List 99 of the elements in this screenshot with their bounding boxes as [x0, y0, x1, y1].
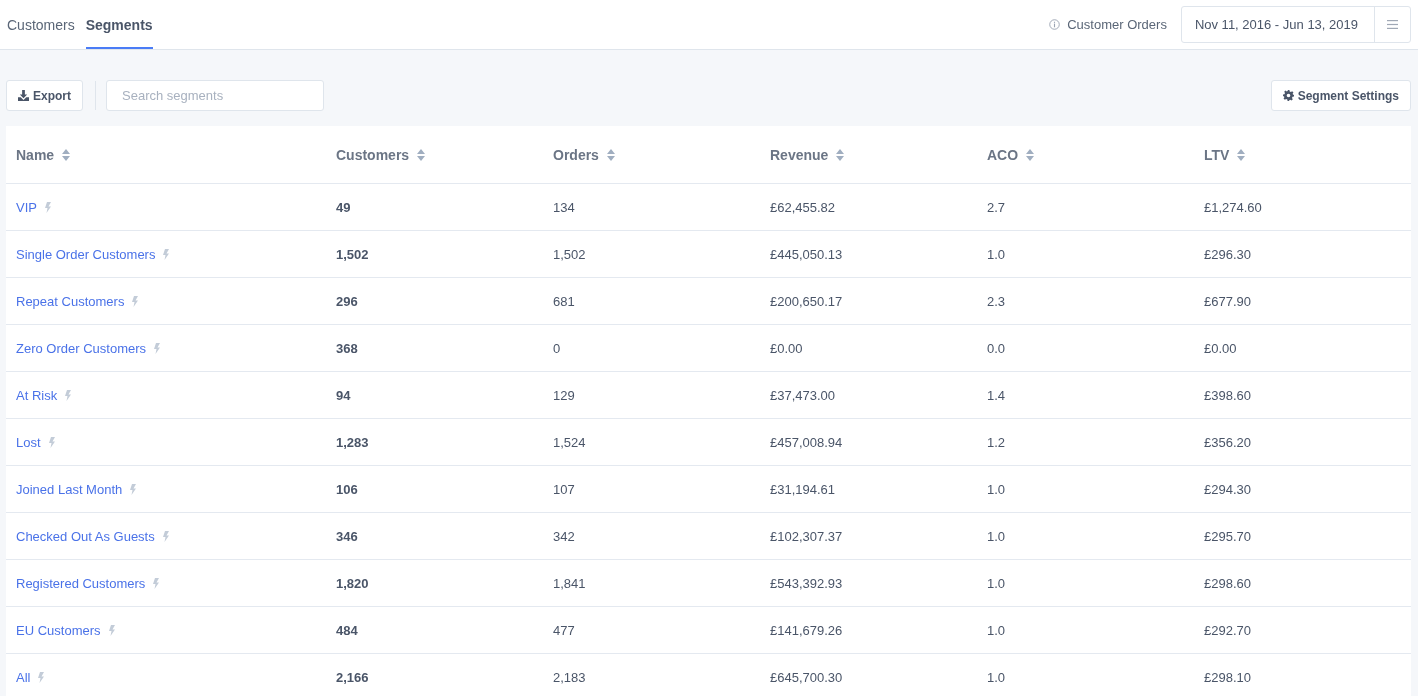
table-cell: 1.0 [987, 622, 1006, 638]
segment-link[interactable]: Lost [16, 434, 41, 450]
sort-icon [62, 148, 71, 161]
table-cell: 1,820 [336, 575, 369, 591]
export-button[interactable]: Export [6, 80, 83, 111]
table-cell: £543,392.93 [770, 575, 843, 591]
table-cell: 0 [553, 340, 561, 356]
table-cell: £356.20 [1204, 434, 1251, 450]
table-cell: 484 [336, 622, 358, 638]
tab[interactable]: Segments [85, 0, 153, 49]
table-cell: 1,524 [553, 434, 586, 450]
table-cell: £298.10 [1204, 669, 1251, 685]
table-cell: 681 [553, 293, 575, 309]
table-cell: £677.90 [1204, 293, 1251, 309]
segment-link[interactable]: Single Order Customers [16, 246, 156, 262]
table-cell: £398.60 [1204, 387, 1251, 403]
sort-icon [836, 148, 845, 161]
table-cell: £298.60 [1204, 575, 1251, 591]
table-cell: 1.0 [987, 246, 1006, 262]
table-cell: 2.7 [987, 199, 1006, 215]
table-cell: 49 [336, 199, 351, 215]
table-cell: 0.0 [987, 340, 1006, 356]
segment-link[interactable]: Zero Order Customers [16, 340, 147, 356]
table-cell: £31,194.61 [770, 481, 836, 497]
table-cell: 1,502 [553, 246, 586, 262]
table-cell: 1.4 [987, 387, 1006, 403]
table-cell: 1,841 [553, 575, 586, 591]
table-cell: 342 [553, 528, 575, 544]
download-icon [18, 90, 29, 101]
column-header[interactable]: Customers [336, 146, 553, 163]
column-header[interactable]: Name [16, 146, 336, 163]
sort-icon [1026, 148, 1035, 161]
sort-icon [1237, 148, 1246, 161]
lightning-icon [108, 624, 115, 636]
table-cell: 2,183 [553, 669, 586, 685]
lightning-icon [65, 389, 72, 401]
table-cell: 2.3 [987, 293, 1006, 309]
menu-icon [1387, 20, 1398, 29]
table-cell: £0.00 [1204, 340, 1237, 356]
gear-icon [1282, 90, 1294, 101]
table-cell: 134 [553, 199, 575, 215]
segment-link[interactable]: Registered Customers [16, 575, 146, 591]
search-field[interactable]: Search segments [106, 80, 324, 111]
table-cell: 1.0 [987, 575, 1006, 591]
table-cell: 2,166 [336, 669, 369, 685]
table-cell: £1,274.60 [1204, 199, 1262, 215]
segment-link[interactable]: Repeat Customers [16, 293, 125, 309]
table-cell: £102,307.37 [770, 528, 843, 544]
info-icon [1049, 19, 1061, 30]
segment-link[interactable]: At Risk [16, 387, 58, 403]
table-cell: £645,700.30 [770, 669, 843, 685]
table-cell: 346 [336, 528, 358, 544]
segment-link[interactable]: EU Customers [16, 622, 101, 638]
lightning-icon [132, 295, 139, 307]
segment-link[interactable]: All [16, 669, 31, 685]
table-cell: £292.70 [1204, 622, 1251, 638]
segment-link[interactable]: Joined Last Month [16, 481, 123, 497]
table-cell: £457,008.94 [770, 434, 843, 450]
sort-icon [606, 148, 615, 161]
lightning-icon [38, 671, 45, 683]
table-cell: £296.30 [1204, 246, 1251, 262]
segment-settings-button[interactable]: Segment Settings [1270, 80, 1411, 111]
table-cell: 107 [553, 481, 575, 497]
column-header[interactable]: Orders [553, 146, 770, 163]
table-cell: 106 [336, 481, 358, 497]
table-cell: £37,473.00 [770, 387, 836, 403]
lightning-icon [44, 201, 51, 213]
table-cell: 1,502 [336, 246, 369, 262]
table-cell: £62,455.82 [770, 199, 836, 215]
sort-icon [417, 148, 426, 161]
table-cell: 477 [553, 622, 575, 638]
table-cell: £200,650.17 [770, 293, 843, 309]
column-header[interactable]: ACO [987, 146, 1204, 163]
table-cell: 1.0 [987, 528, 1006, 544]
lightning-icon [163, 248, 170, 260]
table-cell: 1.2 [987, 434, 1006, 450]
segment-link[interactable]: VIP [16, 199, 37, 215]
lightning-icon [130, 483, 137, 495]
lightning-icon [48, 436, 55, 448]
table-cell: 368 [336, 340, 358, 356]
table-cell: 1,283 [336, 434, 369, 450]
column-header[interactable]: LTV [1204, 146, 1401, 163]
table-cell: 129 [553, 387, 575, 403]
metric-label: Customer Orders [1067, 17, 1167, 32]
lightning-icon [153, 577, 160, 589]
lightning-icon [154, 342, 161, 354]
table-cell: 1.0 [987, 669, 1006, 685]
table-cell: 1.0 [987, 481, 1006, 497]
table-cell: £294.30 [1204, 481, 1251, 497]
column-header[interactable]: Revenue [770, 146, 987, 163]
table-cell: £295.70 [1204, 528, 1251, 544]
table-cell: £445,050.13 [770, 246, 843, 262]
table-cell: 94 [336, 387, 351, 403]
table-cell: £0.00 [770, 340, 803, 356]
table-cell: 296 [336, 293, 358, 309]
lightning-icon [162, 530, 169, 542]
table-cell: £141,679.26 [770, 622, 843, 638]
tab[interactable]: Customers [7, 0, 75, 49]
segment-link[interactable]: Checked Out As Guests [16, 528, 155, 544]
